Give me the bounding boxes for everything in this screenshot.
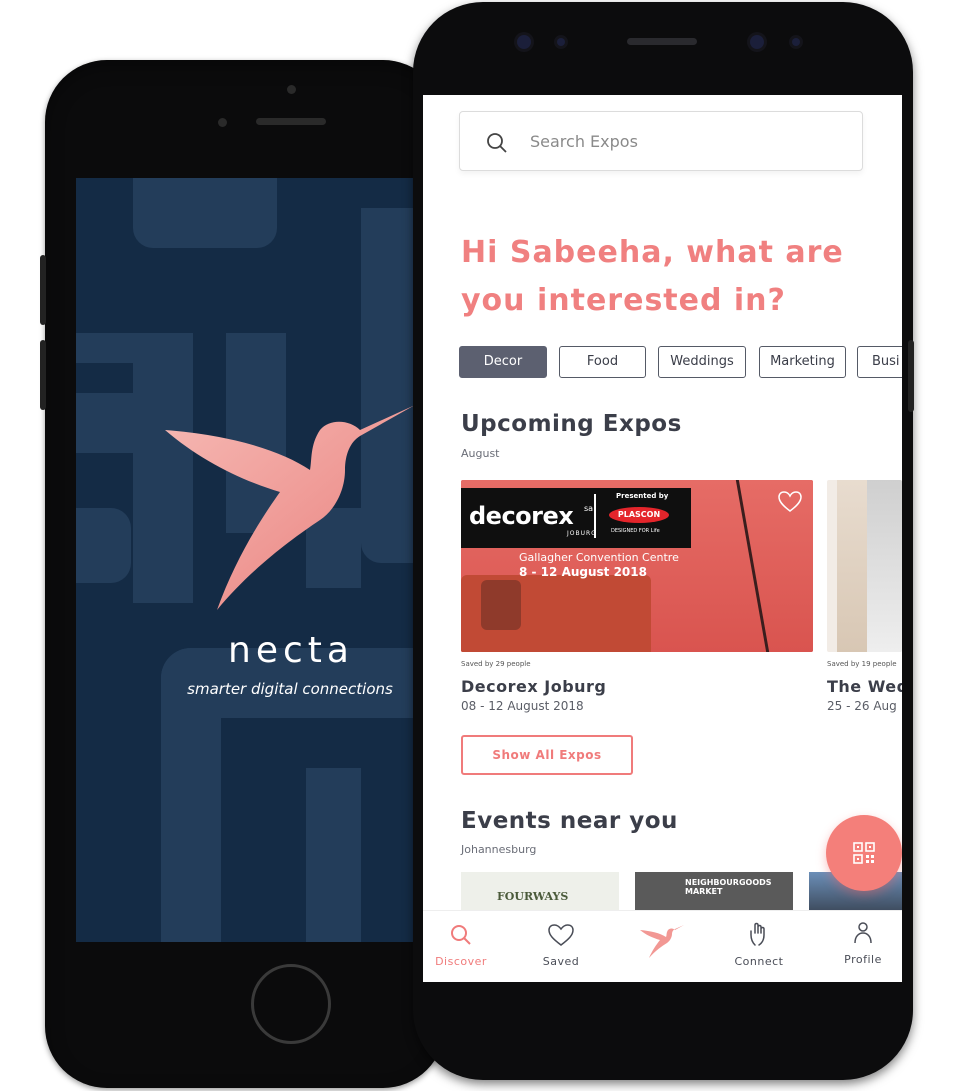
decorex-logo: decorex [469,502,574,530]
expo-name[interactable]: Decorex Joburg [461,677,606,696]
nav-profile[interactable]: Profile [823,911,902,982]
nav-label: Discover [435,955,487,968]
presented-by-label: Presented by [616,492,669,500]
event-thumb-neighbourgoods[interactable]: NEIGHBOURGOODS MARKET [635,872,793,912]
front-camera [287,85,296,94]
home-button[interactable] [251,964,331,1044]
app-screen: Search Expos Hi Sabeeha, what are you in… [423,95,902,982]
sensor [218,118,227,127]
iris-scanner [750,35,764,49]
nav-connect[interactable]: Connect [719,911,799,982]
saved-count: Saved by 29 people [461,660,531,668]
hummingbird-logo [165,405,415,610]
search-icon [451,925,471,945]
banner-venue: Gallagher Convention Centre [519,551,679,564]
hummingbird-icon [640,925,684,958]
qr-code-icon [853,842,875,864]
person-icon [854,922,872,944]
section-title-events: Events near you [461,808,678,834]
event-label: FOURWAYS [497,890,569,903]
search-input[interactable]: Search Expos [459,111,863,171]
search-icon [487,133,507,153]
nav-label: Profile [844,953,882,966]
expo-date: 25 - 26 Aug [827,699,897,713]
section-subtitle-city: Johannesburg [461,843,537,856]
side-button [908,340,914,412]
greeting-heading: Hi Sabeeha, what are you interested in? [461,235,844,318]
chip-marketing[interactable]: Marketing [759,346,846,378]
nav-discover[interactable]: Discover [423,911,501,982]
brand-tagline: smarter digital connections [187,680,393,698]
expo-card-wedding[interactable] [827,480,902,652]
hand-icon [750,922,765,946]
sensor [792,38,800,46]
chip-decor[interactable]: Decor [459,346,547,378]
heart-icon [548,924,574,946]
expo-date: 08 - 12 August 2018 [461,699,584,713]
bottom-nav: Discover Saved Connect Profile [423,910,902,982]
front-camera [517,35,531,49]
qr-scan-button[interactable] [826,815,902,891]
nav-label: Saved [542,955,580,968]
volume-button [40,255,46,325]
chip-food[interactable]: Food [559,346,646,378]
show-all-expos-button[interactable]: Show All Expos [461,735,633,775]
banner-divider [594,494,596,538]
nav-saved[interactable]: Saved [521,911,601,982]
saved-count: Saved by 19 people [827,660,897,668]
event-thumb-fourways[interactable]: FOURWAYS [461,872,619,912]
nav-label: Connect [734,955,784,968]
section-title-upcoming: Upcoming Expos [461,411,682,437]
wedding-image [867,480,902,652]
earpiece [627,38,697,45]
event-label: NEIGHBOURGOODS MARKET [685,878,772,896]
heart-icon[interactable] [777,490,803,514]
nav-home[interactable] [621,911,701,982]
decorex-city: JOBURG [567,530,597,537]
volume-button [40,340,46,410]
chip-weddings[interactable]: Weddings [658,346,746,378]
section-subtitle-month: August [461,447,500,460]
chip-business[interactable]: Busi [857,346,902,378]
expo-card-decorex[interactable]: decorex sa JOBURG Presented by PLASCON D… [461,480,813,652]
expo-name[interactable]: The Wedd [827,677,902,696]
earpiece [256,118,326,125]
banner-dates: 8 - 12 August 2018 [519,565,647,579]
sensor [557,38,565,46]
plascon-logo: PLASCON [609,507,669,523]
plascon-tag: DESIGNED FOR Life [611,528,660,534]
sofa-cushion [481,580,521,630]
decorex-logo-sup: sa [584,504,594,513]
wedding-image [837,480,867,652]
search-placeholder: Search Expos [530,132,638,151]
